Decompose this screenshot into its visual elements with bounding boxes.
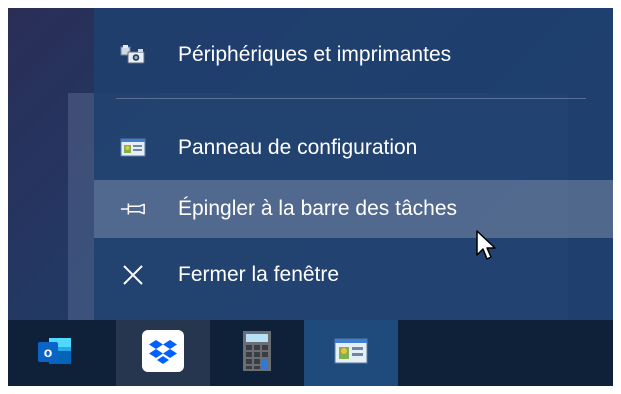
menu-item-pin-taskbar[interactable]: Épingler à la barre des tâches — [94, 180, 613, 238]
control-panel-icon — [334, 337, 368, 370]
outlook-icon: o — [35, 331, 75, 376]
dropbox-icon — [142, 329, 184, 377]
taskbar-app-dropbox[interactable] — [116, 320, 210, 386]
menu-item-control-panel[interactable]: Panneau de configuration — [94, 119, 613, 177]
menu-item-close-window[interactable]: Fermer la fenêtre — [94, 246, 613, 304]
taskbar-app-calculator[interactable] — [210, 320, 304, 386]
close-icon — [120, 262, 146, 288]
taskbar-app-control-panel[interactable] — [304, 320, 398, 386]
mouse-cursor-icon — [476, 230, 496, 260]
control-panel-icon — [120, 135, 146, 161]
menu-item-label: Fermer la fenêtre — [178, 263, 340, 286]
svg-text:o: o — [44, 344, 53, 360]
menu-item-devices-printers[interactable]: Périphériques et imprimantes — [94, 26, 613, 84]
devices-printers-icon — [120, 42, 146, 68]
pin-icon — [120, 196, 146, 222]
menu-separator — [116, 98, 586, 99]
menu-item-label: Épingler à la barre des tâches — [178, 197, 457, 220]
taskbar: o — [8, 320, 613, 386]
screenshot-frame: Périphériques et imprimantes Panneau de … — [8, 8, 613, 386]
jump-list-menu: Périphériques et imprimantes Panneau de … — [94, 8, 613, 320]
menu-item-label: Panneau de configuration — [178, 136, 418, 159]
calculator-icon — [241, 330, 273, 377]
taskbar-app-outlook[interactable]: o — [8, 320, 102, 386]
menu-item-label: Périphériques et imprimantes — [178, 43, 452, 66]
